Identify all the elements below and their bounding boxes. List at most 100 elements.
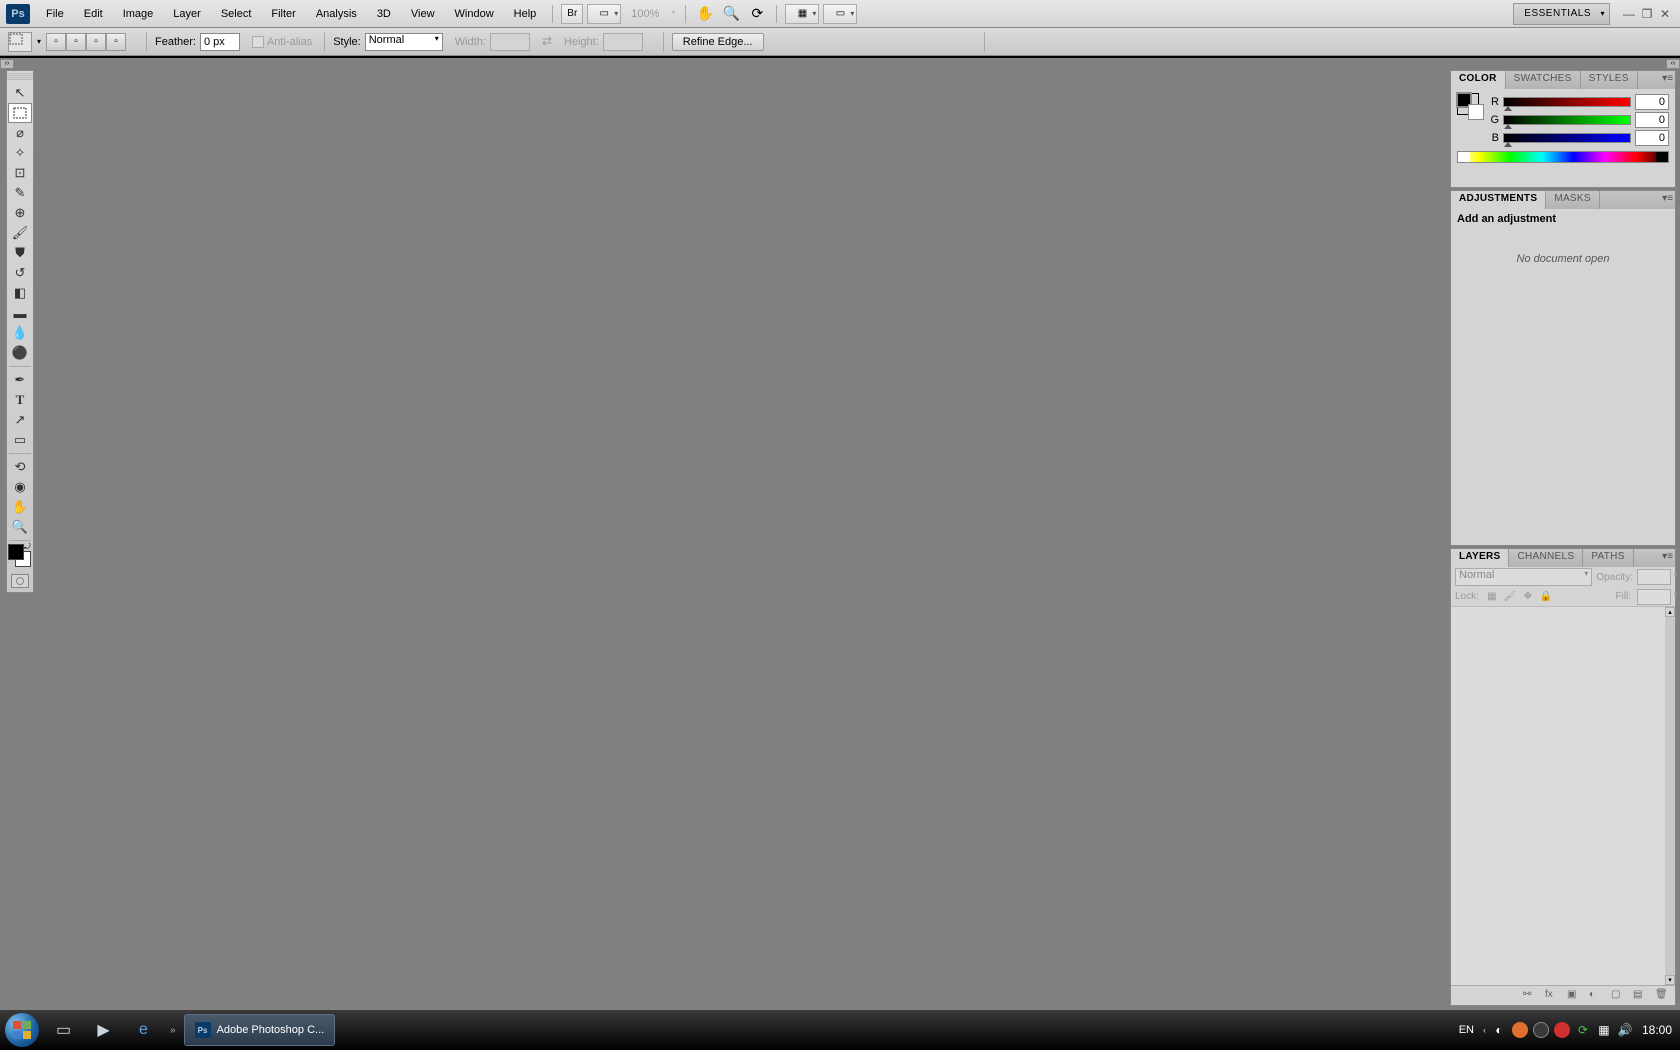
tab-styles[interactable]: STYLES — [1581, 71, 1638, 89]
tab-channels[interactable]: CHANNELS — [1509, 549, 1583, 567]
link-layers-icon[interactable]: ⚯ — [1523, 989, 1537, 1003]
tray-icon[interactable] — [1533, 1022, 1549, 1038]
panel-menu-icon[interactable]: ▾≡ — [1662, 193, 1673, 204]
tray-icon[interactable]: ◐ — [1491, 1022, 1507, 1038]
scroll-up-icon[interactable]: ▴ — [1665, 607, 1675, 617]
arrange-documents-button[interactable]: ▦ — [785, 4, 819, 24]
menu-analysis[interactable]: Analysis — [306, 0, 367, 28]
g-input[interactable] — [1635, 112, 1669, 128]
pen-tool[interactable]: ✒ — [8, 370, 32, 390]
menu-window[interactable]: Window — [445, 0, 504, 28]
swap-colors-icon[interactable]: ⤾ — [24, 542, 34, 550]
tray-icon[interactable]: ⟳ — [1575, 1022, 1591, 1038]
dodge-tool[interactable]: ⚫ — [8, 343, 32, 363]
close-icon[interactable]: ✕ — [1658, 7, 1672, 21]
tab-paths[interactable]: PATHS — [1583, 549, 1633, 567]
tab-adjustments[interactable]: ADJUSTMENTS — [1451, 191, 1546, 209]
taskbar-app-button[interactable]: Ps Adobe Photoshop C... — [184, 1014, 336, 1046]
zoom-tool[interactable]: 🔍 — [8, 517, 32, 537]
eyedropper-tool[interactable]: ✎ — [8, 183, 32, 203]
layer-style-icon[interactable]: fx — [1545, 989, 1559, 1003]
path-tool[interactable]: ↗ — [8, 410, 32, 430]
taskbar-chevron-icon[interactable]: » — [164, 1025, 182, 1036]
crop-tool[interactable]: ⊡ — [8, 163, 32, 183]
menu-layer[interactable]: Layer — [163, 0, 211, 28]
heal-tool[interactable]: ⊕ — [8, 203, 32, 223]
rotate-view-icon[interactable]: ⟳ — [746, 4, 768, 24]
menu-file[interactable]: File — [36, 0, 74, 28]
layer-mask-icon[interactable]: ▣ — [1567, 989, 1581, 1003]
blur-tool[interactable]: 💧 — [8, 323, 32, 343]
hand-tool-icon[interactable]: ✋ — [694, 4, 716, 24]
eraser-tool[interactable]: ◧ — [8, 283, 32, 303]
r-input[interactable] — [1635, 94, 1669, 110]
g-slider[interactable] — [1503, 115, 1631, 125]
tab-color[interactable]: COLOR — [1451, 71, 1506, 89]
b-slider[interactable] — [1503, 133, 1631, 143]
app-logo[interactable]: Ps — [6, 4, 30, 24]
menu-view[interactable]: View — [401, 0, 445, 28]
color-swatches[interactable]: ⤾ — [8, 544, 32, 568]
zoom-tool-icon[interactable]: 🔍 — [720, 4, 742, 24]
gradient-tool[interactable]: ▬ — [8, 303, 32, 323]
panel-menu-icon[interactable]: ▾≡ — [1662, 551, 1673, 562]
foreground-color[interactable] — [8, 544, 24, 560]
menu-image[interactable]: Image — [113, 0, 164, 28]
tab-masks[interactable]: MASKS — [1546, 191, 1600, 209]
hand-tool[interactable]: ✋ — [8, 497, 32, 517]
3d-rotate-tool[interactable]: ⟲ — [8, 457, 32, 477]
new-layer-icon[interactable]: ▤ — [1633, 989, 1647, 1003]
panels-collapse-icon[interactable]: ‹‹ — [1666, 59, 1680, 69]
wand-tool[interactable]: ✧ — [8, 143, 32, 163]
minimize-icon[interactable]: — — [1622, 7, 1636, 21]
b-input[interactable] — [1635, 130, 1669, 146]
selection-add-icon[interactable]: ▫ — [66, 33, 86, 51]
refine-edge-button[interactable]: Refine Edge... — [672, 33, 764, 51]
maximize-icon[interactable]: ❐ — [1640, 7, 1654, 21]
panel-menu-icon[interactable]: ▾≡ — [1662, 73, 1673, 84]
zoom-level[interactable]: 100% — [623, 8, 679, 20]
stamp-tool[interactable]: ⛊ — [8, 243, 32, 263]
toolbox-collapse-icon[interactable]: ›› — [0, 59, 14, 69]
screen-mode-dropdown[interactable]: ▭ — [823, 4, 857, 24]
workspace-switcher[interactable]: ESSENTIALS — [1513, 3, 1610, 25]
tray-expand-icon[interactable]: ‹ — [1483, 1025, 1486, 1035]
current-tool-icon[interactable] — [8, 32, 32, 52]
history-brush-tool[interactable]: ↺ — [8, 263, 32, 283]
menu-edit[interactable]: Edit — [74, 0, 113, 28]
brush-tool[interactable]: 🖌 — [8, 223, 32, 243]
scroll-down-icon[interactable]: ▾ — [1665, 975, 1675, 985]
menu-filter[interactable]: Filter — [261, 0, 305, 28]
adjustment-layer-icon[interactable]: ◐ — [1589, 989, 1603, 1003]
style-select[interactable]: Normal — [365, 33, 443, 51]
start-button[interactable] — [0, 1010, 44, 1050]
language-indicator[interactable]: EN — [1459, 1024, 1474, 1036]
selection-intersect-icon[interactable]: ▫ — [106, 33, 126, 51]
tab-swatches[interactable]: SWATCHES — [1506, 71, 1581, 89]
quick-mask-button[interactable] — [11, 574, 29, 588]
tray-icon[interactable] — [1512, 1022, 1528, 1038]
tray-icon[interactable] — [1554, 1022, 1570, 1038]
volume-icon[interactable]: 🔊 — [1617, 1022, 1633, 1038]
marquee-tool[interactable] — [8, 103, 32, 123]
shape-tool[interactable]: ▭ — [8, 430, 32, 450]
clock[interactable]: 18:00 — [1642, 1023, 1672, 1037]
tab-layers[interactable]: LAYERS — [1451, 549, 1509, 567]
layers-list[interactable]: ▴ ▾ — [1451, 607, 1675, 985]
taskbar-ie-icon[interactable]: e — [124, 1012, 164, 1048]
menu-3d[interactable]: 3D — [367, 0, 401, 28]
taskbar-explorer-icon[interactable]: ▭ — [44, 1012, 84, 1048]
color-swatch-preview[interactable] — [1457, 93, 1479, 115]
selection-subtract-icon[interactable]: ▫ — [86, 33, 106, 51]
bridge-button[interactable]: Br — [561, 4, 583, 24]
taskbar-media-icon[interactable]: ▶ — [84, 1012, 124, 1048]
selection-new-icon[interactable]: ▫ — [46, 33, 66, 51]
move-tool[interactable]: ↖ — [8, 83, 32, 103]
scrollbar[interactable]: ▴ ▾ — [1665, 607, 1675, 985]
color-ramp[interactable] — [1457, 151, 1669, 163]
delete-layer-icon[interactable]: 🗑 — [1655, 989, 1669, 1003]
lasso-tool[interactable]: ⌀ — [8, 123, 32, 143]
canvas-area[interactable] — [38, 72, 1448, 1010]
screen-mode-button[interactable]: ▭ — [587, 4, 621, 24]
menu-help[interactable]: Help — [504, 0, 547, 28]
